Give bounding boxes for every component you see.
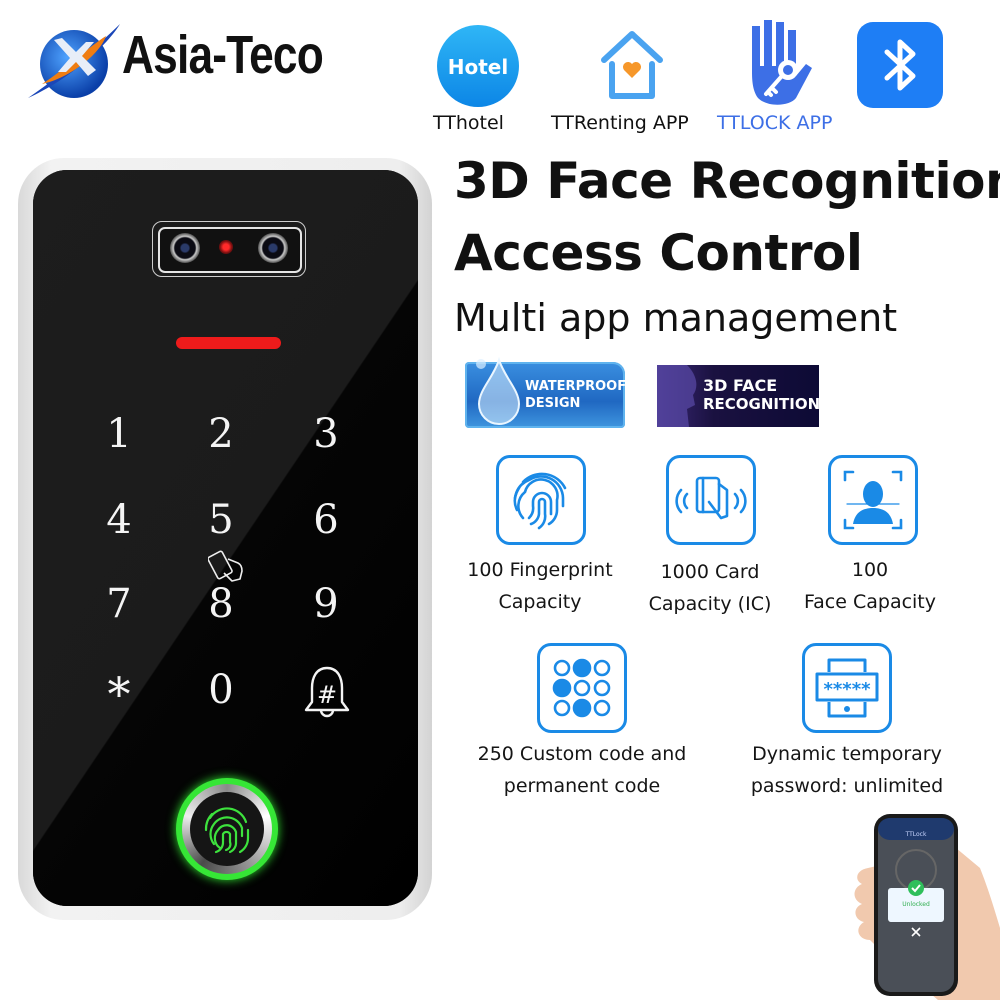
fingerprint-sensor[interactable] (190, 792, 264, 866)
key-0[interactable]: 0 (191, 670, 251, 710)
face-capacity-line1: 100 (851, 559, 889, 581)
fingerprint-capacity-line2: Capacity (498, 591, 582, 613)
headline-subtitle: Multi app management (454, 296, 898, 340)
tthotel-app: Hotel (436, 24, 520, 112)
check-badge (908, 880, 924, 896)
camera-lens-left (170, 233, 200, 263)
face-scan-icon (843, 470, 903, 530)
svg-text:Hotel: Hotel (448, 55, 508, 79)
phone-in-hand-illustration: TTLock Unlocked (854, 814, 1000, 1000)
face-capacity-tile (828, 455, 918, 545)
fingerprint-green-icon (204, 807, 250, 854)
key-9[interactable]: 9 (296, 584, 356, 624)
3d-face-line1: 3D FACE (703, 376, 778, 395)
key-4[interactable]: 4 (89, 500, 149, 540)
waterproof-line2: DESIGN (525, 396, 581, 411)
svg-text:*****: ***** (823, 679, 871, 700)
key-1[interactable]: 1 (89, 414, 149, 454)
card-reader-icon (208, 550, 243, 582)
key-3[interactable]: 3 (296, 414, 356, 454)
temporary-password-line2: password: unlimited (750, 775, 944, 797)
face-silhouette-icon (657, 365, 697, 427)
ir-indicator-led (219, 240, 233, 254)
bluetooth-icon (857, 22, 943, 108)
house-heart-icon (601, 31, 663, 99)
status-light-bar (176, 337, 281, 349)
keypad-icon (552, 658, 611, 718)
camera-lens-right (258, 233, 288, 263)
card-capacity-line2: Capacity (IC) (648, 593, 772, 615)
headline-title-line1: 3D Face Recognition (454, 152, 1000, 210)
custom-code-line2: permanent code (503, 775, 661, 797)
phone-password-icon: ***** (815, 658, 879, 718)
headline-title-line2: Access Control (454, 224, 863, 282)
waterproof-line1: WATERPROOF (525, 379, 627, 394)
tthotel-label: TThotel (433, 112, 504, 134)
temporary-password-tile: ***** (802, 643, 892, 733)
ttlock-label: TTLOCK APP (717, 112, 833, 134)
key-6[interactable]: 6 (296, 500, 356, 540)
fingerprint-capacity-line1: 100 Fingerprint (467, 559, 613, 581)
ttlock-app (738, 18, 822, 112)
phone-app-title: TTLock (905, 831, 927, 838)
bluetooth-app (857, 22, 943, 112)
key-bell-hash[interactable]: # (302, 664, 352, 720)
key-2[interactable]: 2 (191, 414, 251, 454)
key-5[interactable]: 5 (191, 500, 251, 540)
svg-text:#: # (317, 681, 337, 709)
fingerprint-capacity-tile (496, 455, 586, 545)
key-star[interactable]: * (89, 671, 149, 717)
brand-globe-icon (28, 24, 120, 98)
fingerprint-icon (513, 472, 567, 530)
hand-key-icon (752, 20, 812, 105)
card-capacity-tile (666, 455, 756, 545)
brand-name: Asia-Teco (122, 25, 324, 85)
unlock-status: Unlocked (902, 901, 930, 908)
waterproof-badge: WATERPROOF DESIGN (465, 356, 627, 428)
3d-face-badge: 3D FACE RECOGNITION (657, 365, 821, 427)
custom-code-line1: 250 Custom code and (477, 743, 687, 765)
face-capacity-line2: Face Capacity (803, 591, 937, 613)
water-drop-icon (476, 356, 521, 425)
ttrenting-label: TTRenting APP (551, 112, 689, 134)
key-7[interactable]: 7 (89, 584, 149, 624)
card-capacity-line1: 1000 Card (660, 561, 760, 583)
tthotel-app-icon: Hotel (437, 25, 519, 107)
ttrenting-app (590, 24, 674, 112)
card-tap-icon (675, 476, 747, 520)
custom-code-tile (537, 643, 627, 733)
3d-face-line2: RECOGNITION (703, 395, 821, 413)
key-8[interactable]: 8 (191, 584, 251, 624)
temporary-password-line1: Dynamic temporary (752, 743, 942, 765)
